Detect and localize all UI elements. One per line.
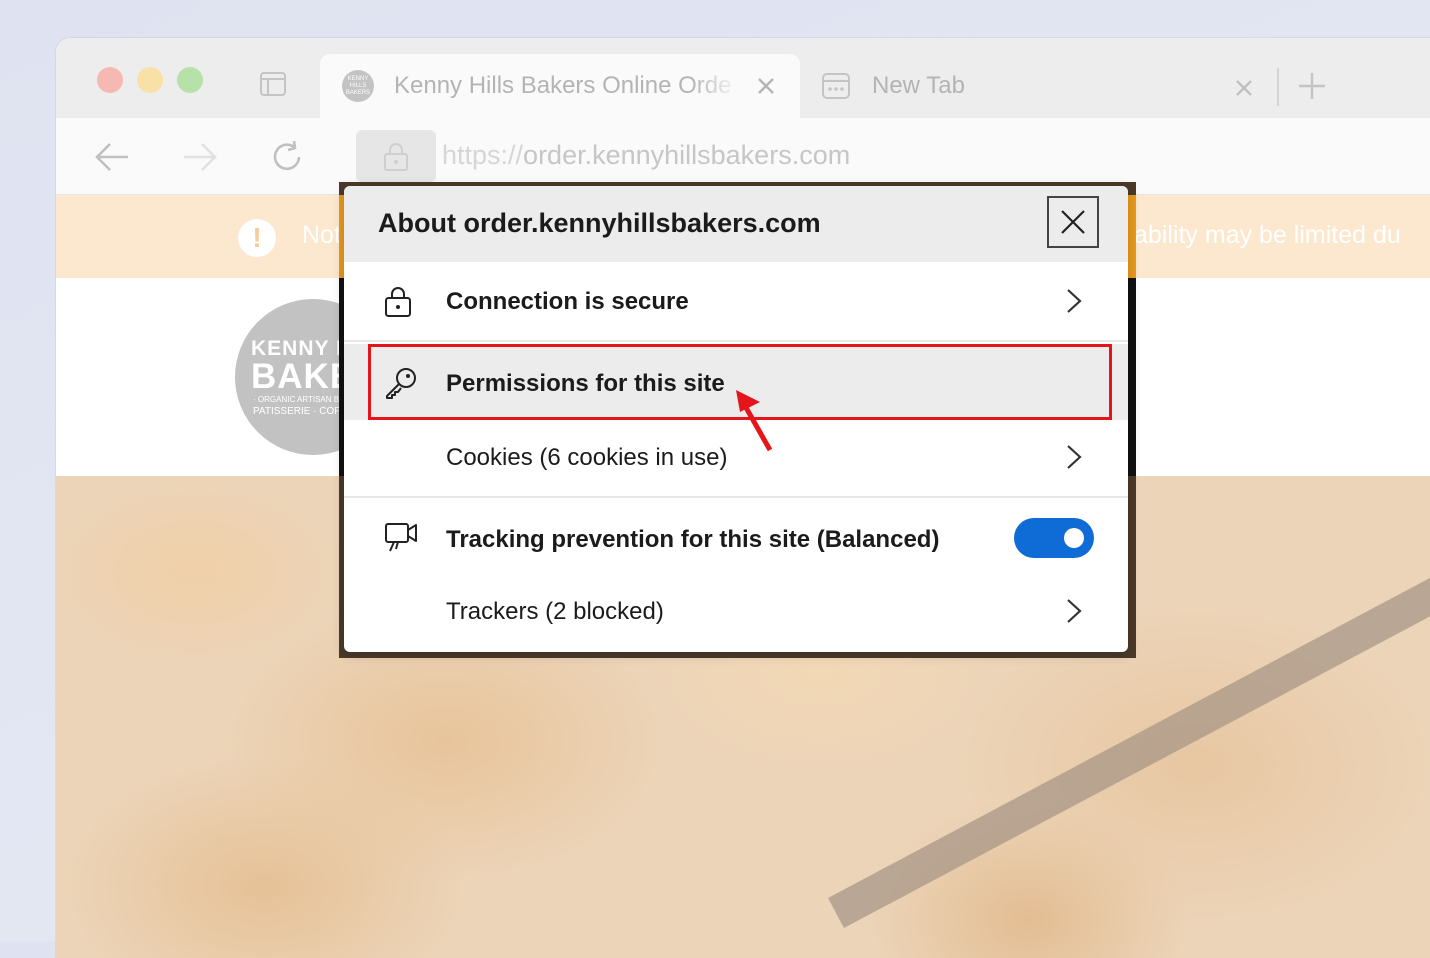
lock-icon <box>384 143 408 171</box>
toggle-knob <box>1064 528 1084 548</box>
tab-title: Kenny Hills Bakers Online Orde <box>394 72 732 99</box>
cookies-label: Cookies (6 cookies in use) <box>446 444 728 471</box>
new-tab-icon <box>822 73 850 99</box>
tracking-prevention-label: Tracking prevention for this site (Balan… <box>446 526 940 553</box>
exclamation-icon: ! <box>238 219 276 257</box>
chevron-right-icon <box>1067 599 1082 623</box>
popup-title: About order.kennyhillsbakers.com <box>378 208 821 238</box>
site-favicon: KENNY HILLS BAKERS <box>342 70 374 102</box>
tab-strip: KENNY HILLS BAKERS Kenny Hills Bakers On… <box>56 38 1430 118</box>
connection-secure-label: Connection is secure <box>446 288 689 315</box>
close-tab-icon[interactable] <box>1234 78 1254 98</box>
forward-arrow-icon[interactable] <box>182 140 218 174</box>
notice-text-left: Not <box>302 221 341 249</box>
tracking-icon <box>385 523 417 552</box>
tab-kenny-hills[interactable]: KENNY HILLS BAKERS Kenny Hills Bakers On… <box>320 54 800 118</box>
trackers-row[interactable]: Trackers (2 blocked) <box>344 578 1128 652</box>
connection-secure-row[interactable]: Connection is secure <box>344 262 1128 338</box>
tracking-prevention-toggle[interactable] <box>1014 518 1094 558</box>
url-scheme: https:// <box>442 140 524 170</box>
popup-divider <box>344 340 1128 342</box>
url-host: order.kennyhillsbakers.com <box>523 140 851 170</box>
close-window-button[interactable] <box>97 67 123 93</box>
notice-text-right: ilability may be limited du <box>1122 221 1401 249</box>
close-icon <box>1061 210 1085 234</box>
chevron-right-icon <box>1067 445 1082 469</box>
red-arrow-icon <box>736 390 773 452</box>
trackers-label: Trackers (2 blocked) <box>446 598 664 625</box>
sidebar-toggle-icon[interactable] <box>260 72 286 96</box>
close-tab-icon[interactable] <box>756 76 776 96</box>
plus-icon[interactable] <box>1298 72 1326 100</box>
site-info-button[interactable] <box>356 130 436 182</box>
maximize-window-button[interactable] <box>177 67 203 93</box>
lock-icon <box>385 287 411 317</box>
tracking-prevention-row: Tracking prevention for this site (Balan… <box>344 498 1128 578</box>
tab-new-tab[interactable]: New Tab <box>872 72 965 100</box>
tab-divider <box>1277 68 1279 106</box>
popup-close-button[interactable] <box>1047 196 1099 248</box>
address-bar[interactable]: https://order.kennyhillsbakers.com <box>442 140 850 171</box>
chevron-right-icon <box>1067 289 1082 313</box>
refresh-icon[interactable] <box>270 140 306 174</box>
minimize-window-button[interactable] <box>137 67 163 93</box>
popup-header: About order.kennyhillsbakers.com <box>344 186 1128 262</box>
back-arrow-icon[interactable] <box>94 140 130 174</box>
